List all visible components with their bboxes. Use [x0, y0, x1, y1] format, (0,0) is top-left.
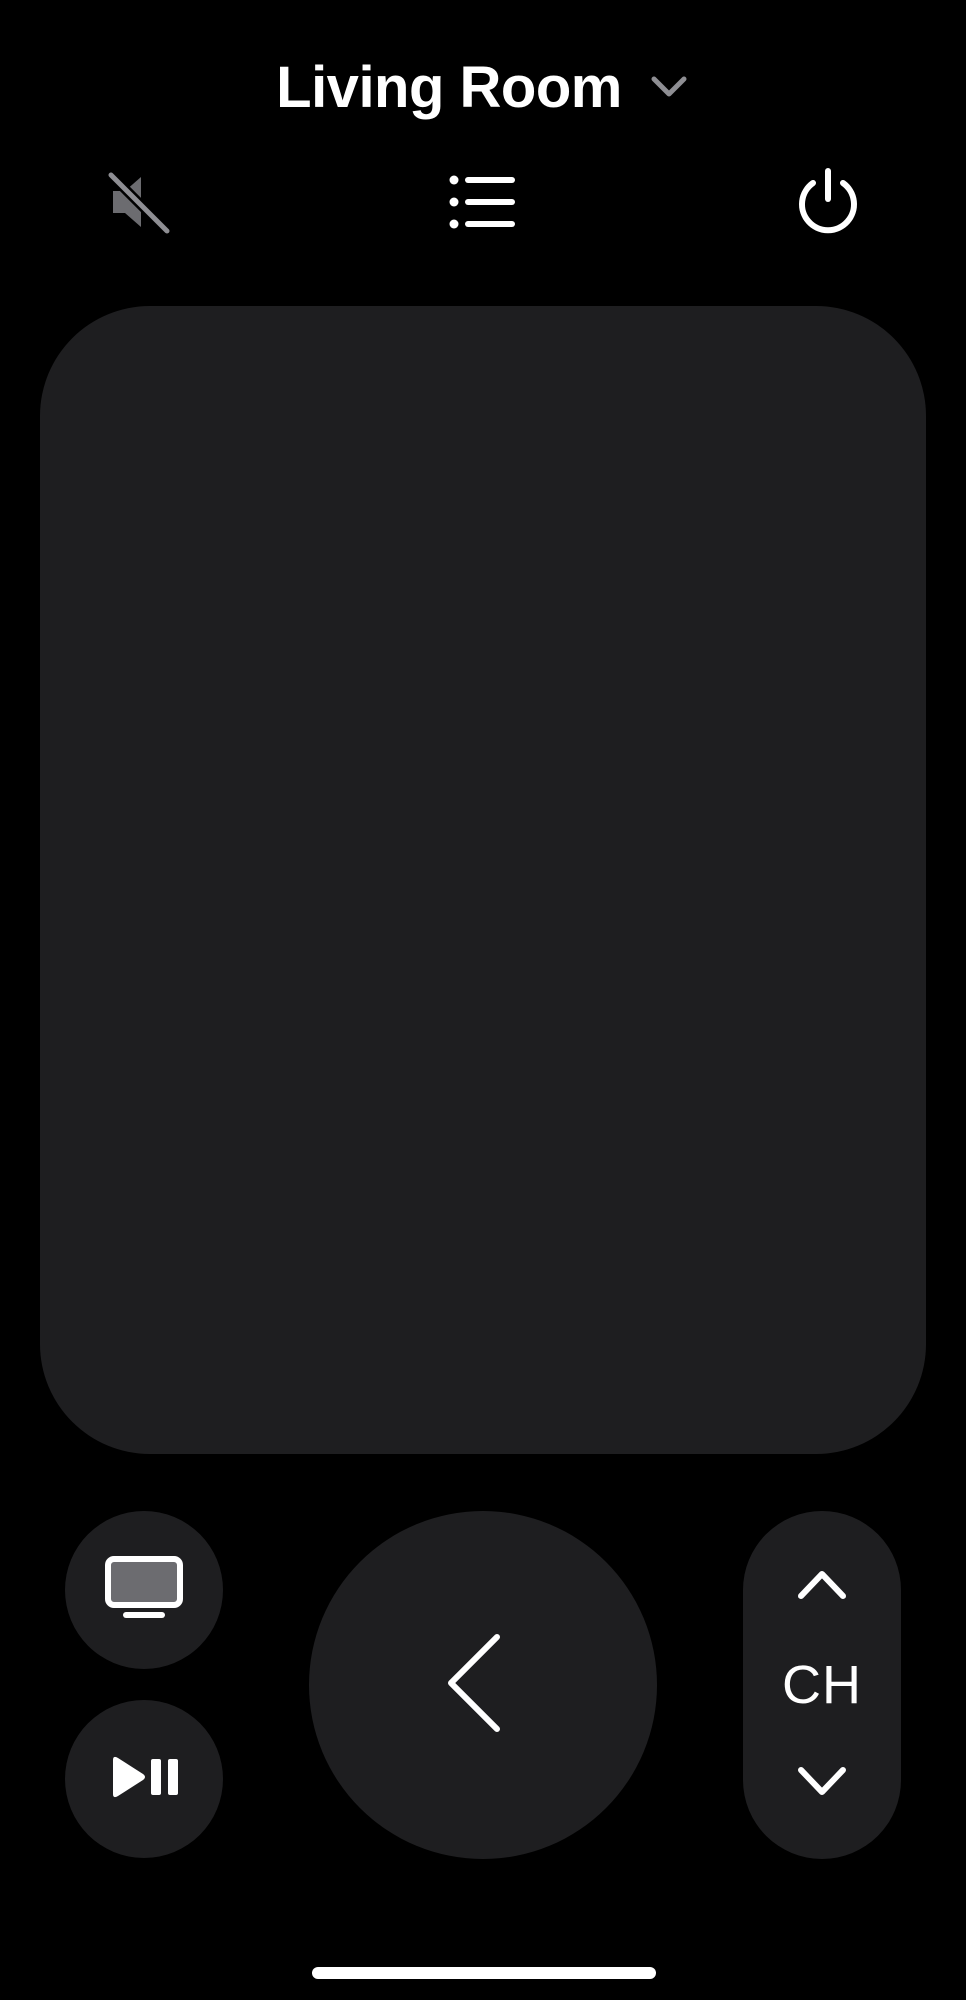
- play-pause-icon: [107, 1755, 181, 1804]
- device-picker[interactable]: Living Room: [276, 54, 690, 121]
- channel-label: CH: [782, 1655, 862, 1715]
- tv-button[interactable]: [65, 1511, 223, 1669]
- chevron-up-icon: [796, 1567, 848, 1606]
- play-pause-button[interactable]: [65, 1700, 223, 1858]
- header: Living Room: [0, 42, 966, 132]
- tv-icon: [104, 1555, 184, 1626]
- channel-down-button[interactable]: [743, 1739, 901, 1829]
- power-icon: [793, 167, 863, 242]
- power-button[interactable]: [778, 154, 878, 254]
- chevron-down-icon: [796, 1765, 848, 1804]
- channel-control: CH: [743, 1511, 901, 1859]
- channel-up-button[interactable]: [743, 1541, 901, 1631]
- chevron-down-icon: [648, 66, 690, 108]
- speaker-slash-icon: [105, 167, 175, 242]
- mute-button[interactable]: [90, 154, 190, 254]
- list-button[interactable]: [433, 154, 533, 254]
- list-bullet-icon: [448, 172, 518, 237]
- device-name: Living Room: [276, 54, 622, 120]
- touchpad[interactable]: [40, 306, 926, 1454]
- home-indicator[interactable]: [312, 1967, 656, 1979]
- back-button[interactable]: [309, 1511, 657, 1859]
- chevron-left-icon: [445, 1631, 507, 1740]
